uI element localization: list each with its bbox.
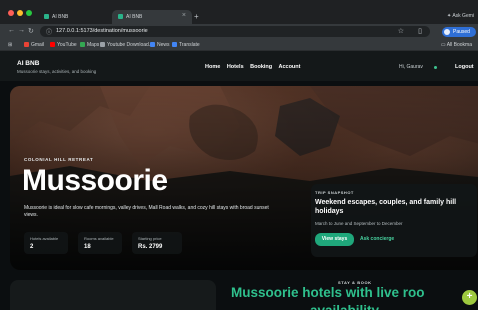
online-status-dot <box>434 66 437 69</box>
nav-booking[interactable]: Booking <box>250 64 272 70</box>
destination-title: Mussoorie <box>22 164 168 197</box>
close-window-icon[interactable] <box>8 10 14 16</box>
reload-icon[interactable]: ↻ <box>28 27 34 35</box>
stat-hotels-available: Hotels available 2 <box>24 232 68 254</box>
plus-icon[interactable]: + <box>462 290 477 305</box>
url-text[interactable]: 127.0.0.1:5173/destination/mussoorie <box>56 28 148 34</box>
view-stays-button[interactable]: View stays <box>315 233 354 246</box>
site-favicon-icon <box>118 14 123 19</box>
stat-rooms-available: Rooms available 18 <box>78 232 122 254</box>
stat-label: Starting price <box>138 236 162 241</box>
bookmark-youtube-download[interactable]: Youtube Download... <box>100 42 153 48</box>
forward-arrow-icon[interactable]: → <box>18 27 25 34</box>
nav-hotels[interactable]: Hotels <box>227 64 244 70</box>
browser-tab-bar: AI BNB × AI BNB × + ✦ Ask Gemi <box>0 0 478 24</box>
brand-logo[interactable]: AI BNB <box>17 60 39 67</box>
all-bookmarks-button[interactable]: ▭ All Bookma <box>441 42 472 48</box>
bookmark-label: YouTube <box>57 42 77 48</box>
stat-starting-price: Starting price Rs. 2799 <box>132 232 182 254</box>
stat-value: 2 <box>30 244 34 250</box>
hero-eyebrow: COLONIAL HILL RETREAT <box>24 157 94 162</box>
section-card <box>10 280 216 310</box>
apps-grid-icon[interactable]: ⊞ <box>8 42 12 48</box>
destination-hero: COLONIAL HILL RETREAT Mussoorie Mussoori… <box>10 86 478 270</box>
user-greeting: Hi, Gaurav <box>399 64 423 70</box>
destination-description: Mussoorie is ideal for slow cafe morning… <box>24 205 269 218</box>
ask-gemini-label: Ask Gemi <box>452 13 474 19</box>
news-icon <box>150 42 155 47</box>
download-icon <box>100 42 105 47</box>
youtube-icon <box>50 42 55 47</box>
site-header: AI BNB Mussoorie stays, activities, and … <box>0 51 478 81</box>
snapshot-eyebrow: TRIP SNAPSHOT <box>315 190 354 195</box>
logout-button[interactable]: Logout <box>455 64 474 70</box>
bookmark-label: Gmail <box>31 42 45 48</box>
nav-account[interactable]: Account <box>278 64 300 70</box>
profile-button[interactable]: Paused <box>442 27 476 37</box>
bookmark-maps[interactable]: Maps <box>80 42 99 48</box>
bookmark-label: News <box>157 42 170 48</box>
browser-toolbar: ← → ↻ ⓘ 127.0.0.1:5173/destination/musso… <box>0 24 478 39</box>
browser-tab-active[interactable]: AI BNB × <box>112 10 192 24</box>
avatar <box>444 29 450 35</box>
site-favicon-icon <box>44 14 49 19</box>
bookmark-gmail[interactable]: Gmail <box>24 42 44 48</box>
address-bar[interactable]: ⓘ 127.0.0.1:5173/destination/mussoorie ☆… <box>40 26 430 37</box>
tab-title: AI BNB <box>126 14 143 20</box>
bookmark-label: Maps <box>87 42 100 48</box>
new-tab-button[interactable]: + <box>194 12 199 21</box>
stay-section-title-continued: availability <box>310 303 379 310</box>
ask-gemini-button[interactable]: ✦ Ask Gemi <box>447 13 474 19</box>
bookmark-youtube[interactable]: YouTube <box>50 42 77 48</box>
stat-value: Rs. 2799 <box>138 244 163 250</box>
maps-icon <box>80 42 85 47</box>
all-bookmarks-label: All Bookma <box>446 42 472 48</box>
main-nav: Home Hotels Booking Account <box>205 64 305 70</box>
stat-label: Hotels available <box>30 236 59 241</box>
bookmarks-bar: ⊞ Gmail YouTube Maps Youtube Download...… <box>0 39 478 51</box>
brand-tagline: Mussoorie stays, activities, and booking <box>17 69 97 74</box>
ask-concierge-button[interactable]: Ask concierge <box>360 236 394 242</box>
site-info-icon[interactable]: ⓘ <box>46 27 52 36</box>
back-arrow-icon[interactable]: ← <box>8 27 15 34</box>
minimize-window-icon[interactable] <box>17 10 23 16</box>
sidebar-icon[interactable]: ▯ <box>418 27 422 35</box>
bookmark-label: Translate <box>179 42 200 48</box>
nav-home[interactable]: Home <box>205 64 220 70</box>
stat-value: 18 <box>84 244 91 250</box>
snapshot-season: March to June and September to December <box>315 221 403 226</box>
bookmark-star-icon[interactable]: ☆ <box>398 27 404 35</box>
snapshot-title: Weekend escapes, couples, and family hil… <box>315 199 457 215</box>
stat-label: Rooms available <box>84 236 114 241</box>
bookmark-news[interactable]: News <box>150 42 170 48</box>
gmail-icon <box>24 42 29 47</box>
trip-snapshot-card: TRIP SNAPSHOT Weekend escapes, couples, … <box>311 184 477 257</box>
bookmark-label: Youtube Download... <box>107 42 153 48</box>
stay-section-title: Mussoorie hotels with live roo <box>231 285 425 300</box>
tab-title: AI BNB <box>52 14 69 20</box>
bookmark-translate[interactable]: Translate <box>172 42 200 48</box>
maximize-window-icon[interactable] <box>26 10 32 16</box>
profile-label: Paused <box>453 29 470 35</box>
close-tab-icon[interactable]: × <box>182 12 186 19</box>
translate-icon <box>172 42 177 47</box>
